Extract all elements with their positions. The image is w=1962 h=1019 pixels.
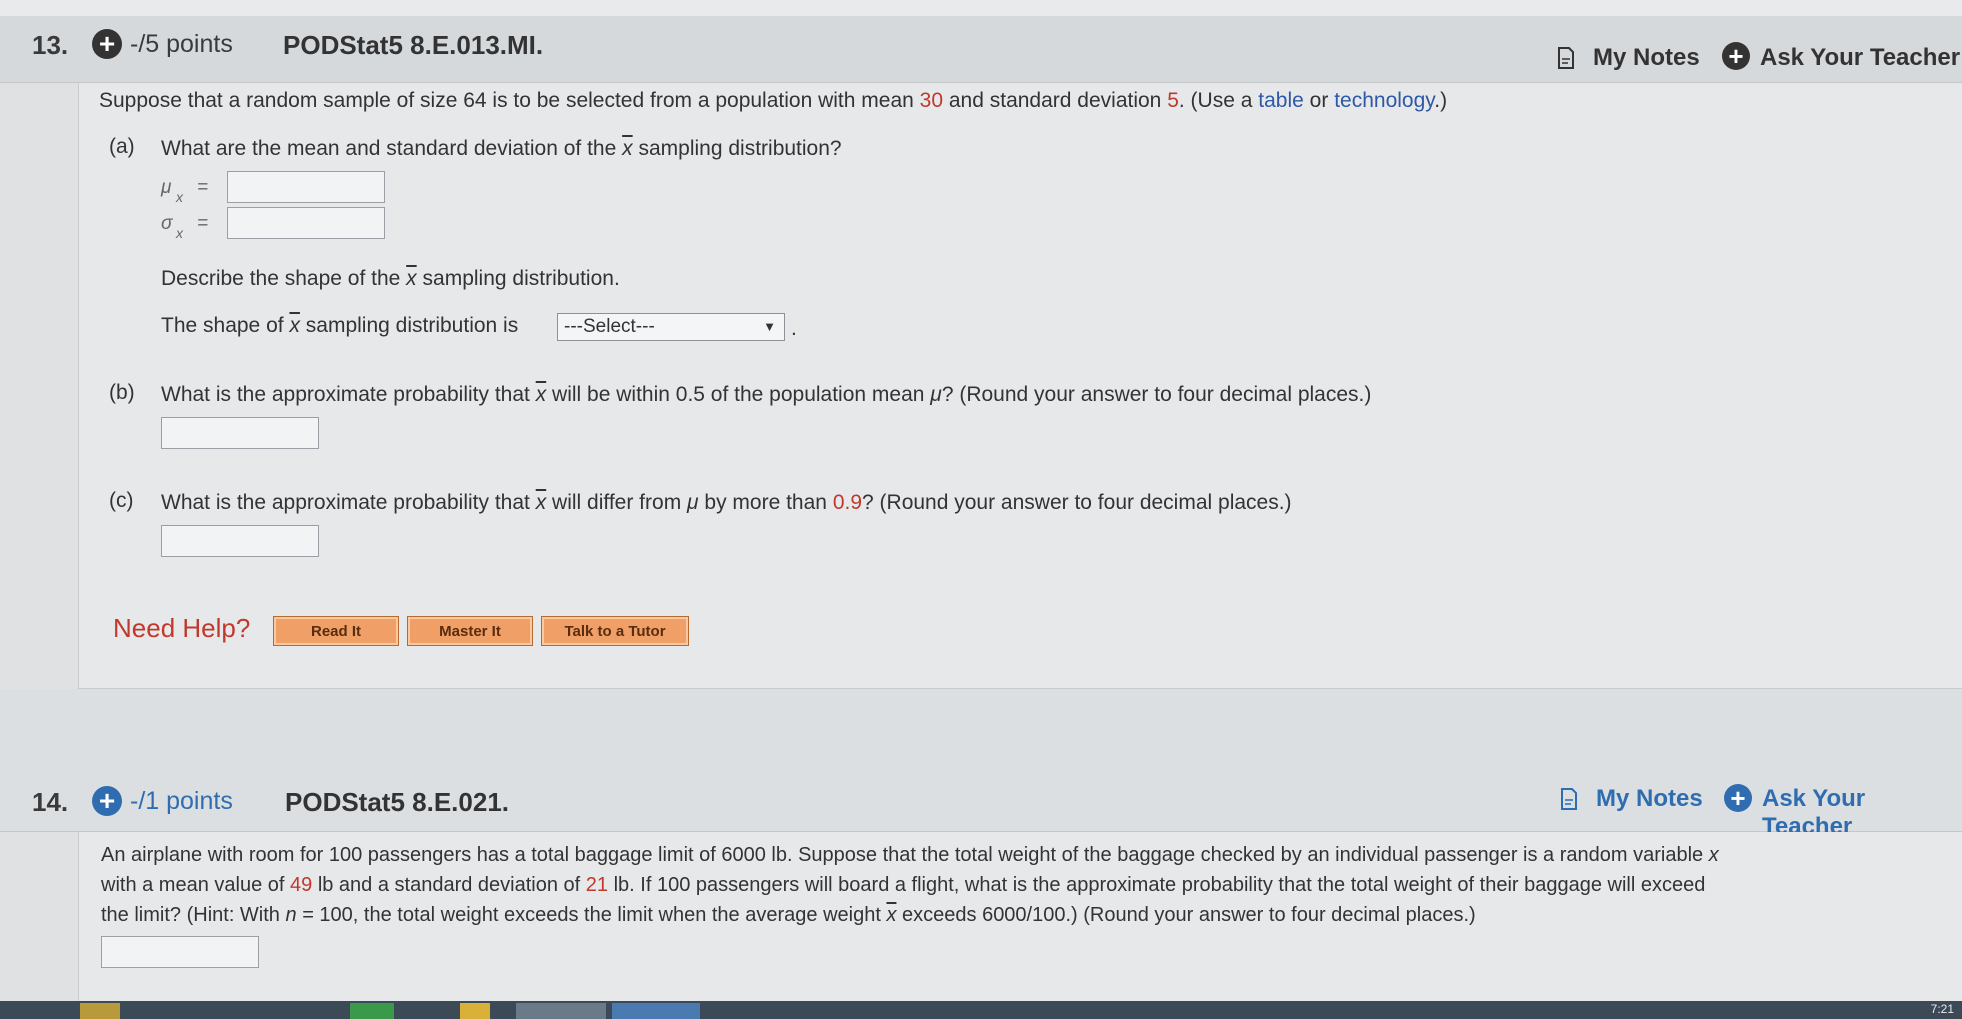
sd-xbar-input[interactable] bbox=[227, 207, 385, 239]
ask-teacher-plus-icon[interactable]: + bbox=[1722, 42, 1750, 70]
technology-link[interactable]: technology bbox=[1334, 89, 1434, 112]
intro-text: Suppose that a random sample of size 64 … bbox=[99, 89, 1448, 112]
question-13-body: Suppose that a random sample of size 64 … bbox=[78, 83, 1962, 689]
part-c-question: What is the approximate probability that… bbox=[161, 491, 1292, 514]
master-it-button[interactable]: Master It bbox=[407, 616, 533, 646]
my-notes-link[interactable]: My Notes bbox=[1593, 44, 1700, 72]
mean-xbar-input[interactable] bbox=[227, 171, 385, 203]
answer-input[interactable] bbox=[101, 936, 259, 968]
part-c-input[interactable] bbox=[161, 525, 319, 557]
ask-teacher-plus-icon[interactable]: + bbox=[1724, 784, 1752, 812]
notes-icon bbox=[1561, 788, 1577, 810]
notes-icon bbox=[1558, 47, 1574, 69]
difference-value: 0.9 bbox=[832, 491, 863, 514]
mean-value: 49 bbox=[290, 874, 313, 896]
taskbar: 7:21 bbox=[0, 1001, 1962, 1019]
separator-band bbox=[0, 689, 1962, 765]
question-14-body: An airplane with room for 100 passengers… bbox=[78, 832, 1962, 1001]
need-help-label: Need Help? bbox=[113, 613, 251, 643]
mu-subscript: x bbox=[176, 189, 183, 205]
shape-question: Describe the shape of the x sampling dis… bbox=[161, 267, 620, 290]
taskbar-app-4[interactable] bbox=[516, 1003, 606, 1019]
problem-line-2: with a mean value of 49 lb and a standar… bbox=[101, 874, 1706, 896]
read-it-button[interactable]: Read It bbox=[273, 616, 399, 646]
question-number: 13. bbox=[32, 30, 69, 60]
part-b-question: What is the approximate probability that… bbox=[161, 383, 1372, 406]
question-code: PODStat5 8.E.021. bbox=[285, 787, 509, 817]
sigma-subscript: x bbox=[176, 225, 183, 241]
ask-teacher-link[interactable]: Ask Your Teacher bbox=[1760, 44, 1960, 72]
equals-sign: = bbox=[197, 177, 209, 198]
mean-value: 30 bbox=[919, 89, 944, 112]
expand-plus-icon[interactable]: + bbox=[92, 786, 122, 816]
taskbar-clock: 7:21 bbox=[1930, 1002, 1954, 1016]
talk-to-tutor-button[interactable]: Talk to a Tutor bbox=[541, 616, 689, 646]
table-link[interactable]: table bbox=[1258, 89, 1304, 112]
chevron-down-icon: ▼ bbox=[763, 319, 776, 334]
period: . bbox=[791, 317, 797, 340]
taskbar-app-2[interactable] bbox=[350, 1003, 394, 1019]
taskbar-app-5[interactable] bbox=[612, 1003, 700, 1019]
taskbar-app-3[interactable] bbox=[460, 1003, 490, 1019]
part-b-label: (b) bbox=[109, 381, 135, 404]
sigma-xbar-label: σ bbox=[161, 213, 173, 234]
my-notes-link[interactable]: My Notes bbox=[1596, 785, 1703, 813]
shape-select[interactable]: ---Select--- ▼ bbox=[557, 313, 785, 341]
part-b-input[interactable] bbox=[161, 417, 319, 449]
top-strip bbox=[0, 0, 1962, 17]
question-14-header: 14. + -/1 points PODStat5 8.E.021. My No… bbox=[0, 765, 1962, 840]
taskbar-app-1[interactable] bbox=[80, 1003, 120, 1019]
question-13-header: 13. + -/5 points PODStat5 8.E.013.MI. My… bbox=[0, 16, 1962, 83]
mu-xbar-label: μ bbox=[161, 177, 172, 198]
sd-value: 21 bbox=[585, 874, 609, 896]
problem-line-1: An airplane with room for 100 passengers… bbox=[101, 844, 1719, 866]
question-number: 14. bbox=[32, 787, 69, 817]
part-c-label: (c) bbox=[109, 489, 134, 512]
problem-line-3: the limit? (Hint: With n = 100, the tota… bbox=[101, 904, 1476, 926]
points-label: -/1 points bbox=[130, 787, 233, 815]
shape-statement: The shape of x sampling distribution is bbox=[161, 314, 519, 337]
question-code: PODStat5 8.E.013.MI. bbox=[283, 30, 544, 60]
equals-sign: = bbox=[197, 213, 209, 234]
part-a-question: What are the mean and standard deviation… bbox=[161, 137, 842, 160]
sd-value: 5 bbox=[1167, 89, 1179, 112]
expand-plus-icon[interactable]: + bbox=[92, 29, 122, 59]
points-label: -/5 points bbox=[130, 30, 233, 58]
part-a-label: (a) bbox=[109, 135, 135, 158]
